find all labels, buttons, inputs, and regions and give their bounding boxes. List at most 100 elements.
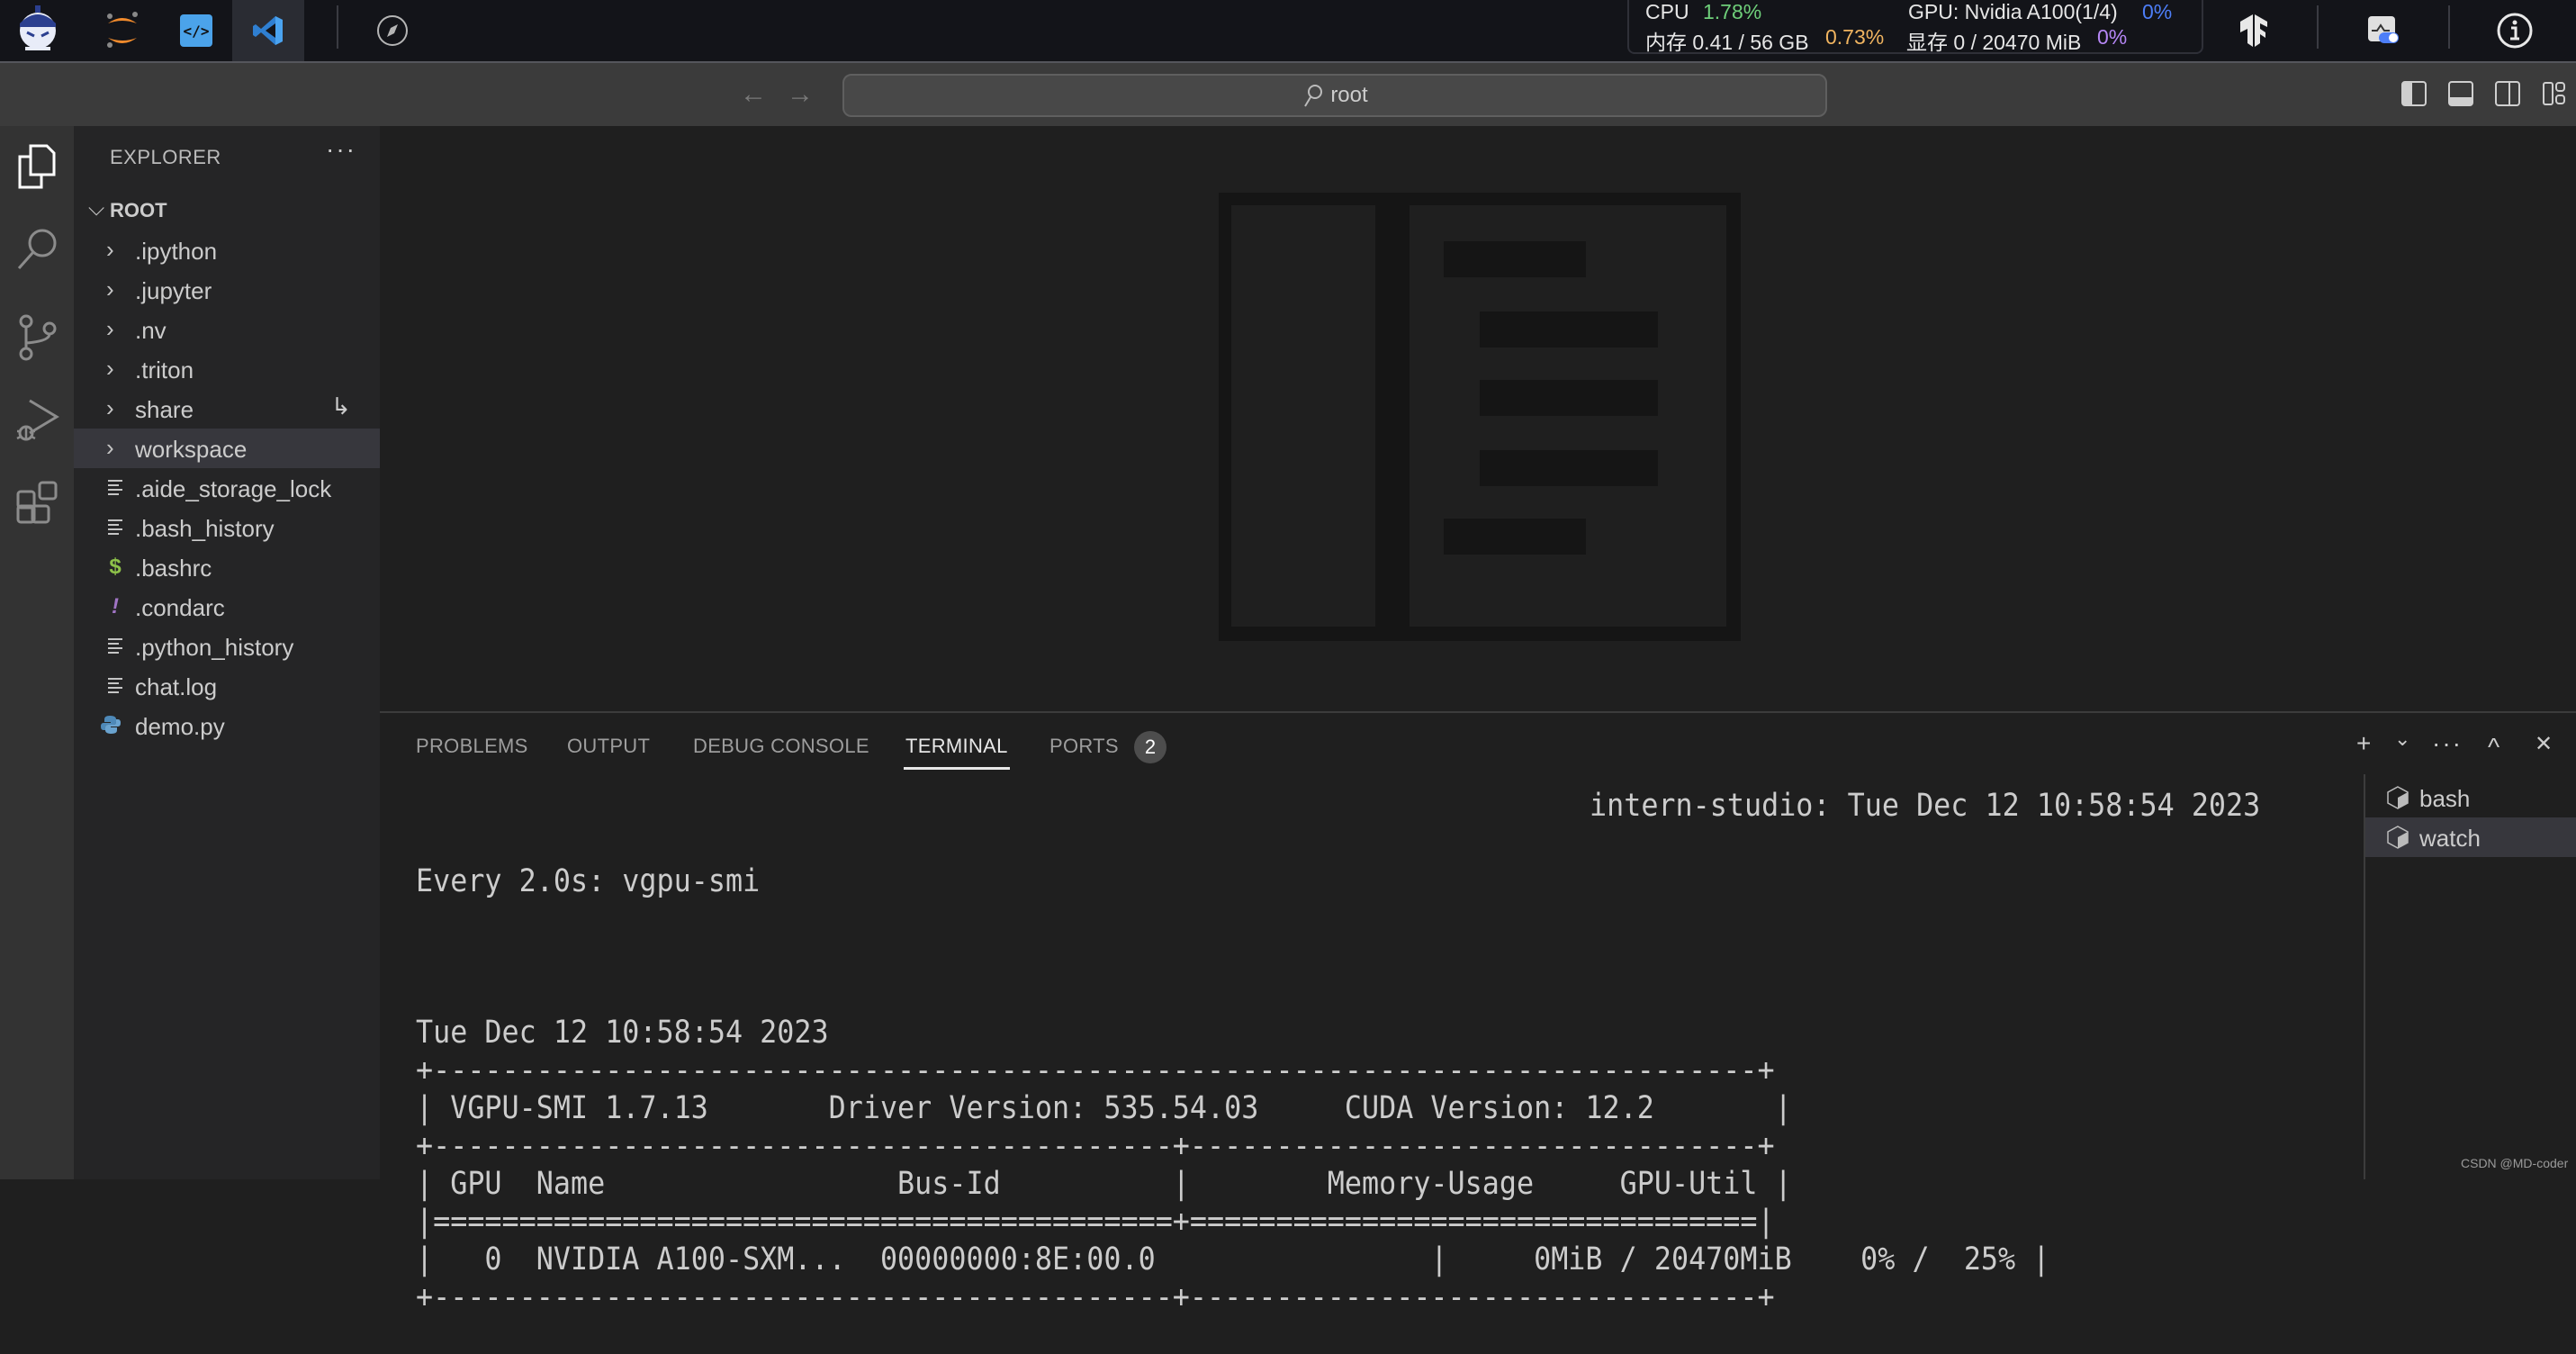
activity-source-control[interactable] (0, 297, 74, 378)
tree-folder[interactable]: › .jupyter (74, 270, 380, 310)
command-center-search[interactable]: root (842, 74, 1827, 117)
maximize-panel-button[interactable]: ^ (2488, 733, 2499, 762)
terminal-line: Every 2.0s: vgpu-smi (416, 863, 761, 899)
tree-item-label: .ipython (135, 238, 218, 265)
root-label: ROOT (110, 199, 167, 221)
jupyter-icon (107, 12, 138, 48)
tree-folder[interactable]: › workspace (74, 429, 380, 468)
code-brackets-icon: </> (180, 14, 212, 47)
forward-button[interactable]: → (787, 79, 814, 110)
explorer-sidebar: EXPLORER ··· ⌵ ROOT › .ipython › .jupyter ›.… (74, 126, 380, 1179)
activity-explorer[interactable] (0, 126, 74, 207)
text-file-icon (108, 519, 122, 536)
activity-extensions[interactable] (0, 463, 74, 544)
tree-file[interactable]: .aide_storage_lock (74, 468, 380, 508)
csdn-watermark: CSDN @MD-coder (2461, 1156, 2569, 1170)
tab-terminal[interactable]: TERMINAL (904, 735, 1010, 770)
activity-run-debug[interactable] (0, 380, 74, 461)
tree-folder[interactable]: › .nv (74, 310, 380, 349)
info-icon (2497, 13, 2533, 49)
explorer-title: EXPLORER (110, 146, 221, 168)
terminal-tab-label: bash (2419, 785, 2471, 812)
launcher-divider (2317, 5, 2319, 49)
gpu-value: 0% (2142, 0, 2173, 23)
chevron-down-icon: ⌵ (88, 196, 105, 221)
chevron-right-icon: › (106, 236, 114, 263)
tree-item-label: .aide_storage_lock (135, 475, 332, 502)
close-panel-button[interactable]: ✕ (2535, 731, 2553, 757)
cpu-label: CPU (1645, 0, 1689, 23)
terminal-output[interactable]: Every 2.0s: vgpu-smi Tue Dec 12 10:58:54… (416, 787, 2196, 1315)
terminal-tab-label: watch (2419, 825, 2481, 852)
text-file-icon (108, 480, 122, 496)
source-control-icon (19, 314, 57, 361)
customize-layout-icon[interactable] (2542, 81, 2567, 106)
launcher-app-vscode[interactable] (232, 0, 304, 61)
memory-value: 0.73% (1825, 25, 1885, 49)
shell-file-icon: $ (109, 555, 122, 579)
memory-label: 内存 0.41 / 56 GB (1645, 31, 1809, 54)
launcher-divider (337, 5, 338, 49)
panel-more-button[interactable]: ··· (2432, 729, 2463, 758)
tab-debug-console[interactable]: DEBUG CONSOLE (693, 735, 869, 758)
tab-output[interactable]: OUTPUT (567, 735, 650, 758)
text-file-icon (108, 678, 122, 694)
chevron-right-icon: › (106, 394, 114, 421)
tree-file[interactable]: ! .condarc (74, 587, 380, 627)
workspace-root[interactable]: ⌵ ROOT (74, 191, 380, 230)
activity-bar (0, 126, 74, 1179)
terminal-tab-bash[interactable]: bash (2365, 778, 2576, 817)
new-terminal-button[interactable]: + (2356, 729, 2371, 758)
terminal-dropdown-button[interactable]: ⌄ (2394, 727, 2410, 751)
search-icon (1304, 85, 1323, 107)
tree-item-label: share (135, 396, 194, 423)
explorer-more-actions[interactable]: ··· (326, 135, 356, 164)
tree-item-label: .nv (135, 317, 167, 344)
toggle-panel-icon[interactable] (2448, 81, 2473, 106)
info-button[interactable] (2479, 0, 2551, 61)
terminal-bash-icon (2387, 826, 2409, 849)
activity-search[interactable] (0, 209, 74, 290)
tree-file[interactable]: chat.log (74, 666, 380, 706)
toggle-secondary-sidebar-icon[interactable] (2495, 81, 2520, 106)
tree-item-label: .triton (135, 357, 194, 384)
terminal-tab-watch[interactable]: watch (2365, 817, 2576, 857)
tree-folder[interactable]: › share ↳ (74, 389, 380, 429)
yaml-file-icon: ! (112, 594, 119, 618)
ports-count-badge: 2 (1134, 731, 1166, 763)
chevron-right-icon: › (106, 355, 114, 382)
launcher-app-code[interactable]: </> (160, 0, 232, 61)
tensorflow-icon (2240, 14, 2267, 47)
terminal-line: | VGPU-SMI 1.7.13 Driver Version: 535.54… (416, 1090, 1792, 1126)
tree-folder[interactable]: › .triton (74, 349, 380, 389)
terminal-line: +---------------------------------------… (416, 1052, 1775, 1088)
monitor-toggle-button[interactable] (2347, 0, 2419, 61)
terminal-line: Tue Dec 12 10:58:54 2023 (416, 1015, 829, 1051)
tab-ports[interactable]: PORTS (1049, 735, 1119, 758)
monitor-toggle-icon (2368, 16, 2399, 43)
terminal-header-right: intern-studio: Tue Dec 12 10:58:54 2023 (1590, 788, 2261, 824)
tree-file[interactable]: demo.py (74, 706, 380, 745)
tree-item-label: demo.py (135, 713, 225, 740)
tree-file[interactable]: .bash_history (74, 508, 380, 547)
symlink-icon: ↳ (331, 393, 351, 420)
title-bar: ← → root (0, 61, 2576, 126)
tree-file[interactable]: .python_history (74, 627, 380, 666)
terminal-bash-icon (2387, 786, 2409, 809)
launcher-app-browser[interactable] (356, 0, 428, 61)
launcher-app-jupyter[interactable] (86, 0, 158, 61)
tree-item-label: .jupyter (135, 277, 212, 304)
gpu-label: GPU: Nvidia A100(1/4) (1908, 0, 2118, 23)
launcher-app-internstudio[interactable] (2, 0, 74, 61)
tree-item-label: .bash_history (135, 515, 275, 542)
tab-problems[interactable]: PROBLEMS (416, 735, 528, 758)
tree-folder[interactable]: › .ipython (74, 230, 380, 270)
tree-file[interactable]: $ .bashrc (74, 547, 380, 587)
cpu-value: 1.78% (1703, 0, 1762, 23)
toggle-primary-sidebar-icon[interactable] (2401, 81, 2427, 106)
editor-empty-watermark-icon (1219, 193, 1741, 641)
back-button[interactable]: ← (740, 79, 767, 110)
tensorflow-button[interactable] (2218, 0, 2290, 61)
launcher-bar: </> CPU 1.78% GPU: Nvidia A100(1/4) 0% 内… (0, 0, 2576, 61)
